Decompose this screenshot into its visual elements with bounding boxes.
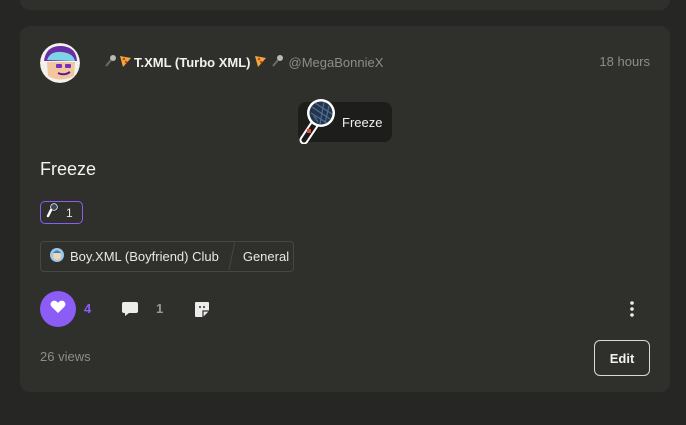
previous-post-card <box>20 0 670 10</box>
view-count: 26 views <box>40 349 91 364</box>
reaction-badge[interactable]: 1 <box>40 201 83 224</box>
reaction-count: 1 <box>66 205 73 220</box>
like-button[interactable] <box>40 291 76 327</box>
microphone-icon <box>46 202 60 223</box>
more-options-icon[interactable] <box>624 300 640 323</box>
edit-button[interactable]: Edit <box>594 340 650 376</box>
club-link[interactable]: Boy.XML (Boyfriend) Club <box>41 242 229 271</box>
comment-icon[interactable] <box>121 300 139 323</box>
sticker-preview[interactable]: Freeze <box>298 99 392 145</box>
club-avatar-icon <box>50 248 64 265</box>
sticker-label: Freeze <box>342 115 383 130</box>
microphone-icon <box>271 54 285 71</box>
post-timestamp: 18 hours <box>599 54 650 69</box>
post-card: T.XML (Turbo XML) @MegaBonnieX 18 hours … <box>20 26 670 392</box>
microphone-icon <box>104 54 118 71</box>
avatar[interactable] <box>40 43 80 83</box>
comment-count: 1 <box>156 301 164 316</box>
pizza-icon <box>253 54 267 71</box>
author-handle[interactable]: @MegaBonnieX <box>289 55 384 70</box>
post-author: T.XML (Turbo XML) @MegaBonnieX <box>104 54 383 71</box>
microphone-icon <box>294 96 338 149</box>
post-title: Freeze <box>40 159 97 179</box>
like-count: 4 <box>84 301 92 316</box>
club-tag[interactable]: Boy.XML (Boyfriend) Club General <box>40 240 294 272</box>
club-name: Boy.XML (Boyfriend) Club <box>70 249 219 264</box>
sticker-icon[interactable] <box>193 300 211 323</box>
author-name[interactable]: T.XML (Turbo XML) <box>134 55 251 70</box>
pizza-icon <box>118 54 132 71</box>
heart-icon <box>50 300 66 319</box>
category-label[interactable]: General <box>235 242 289 271</box>
